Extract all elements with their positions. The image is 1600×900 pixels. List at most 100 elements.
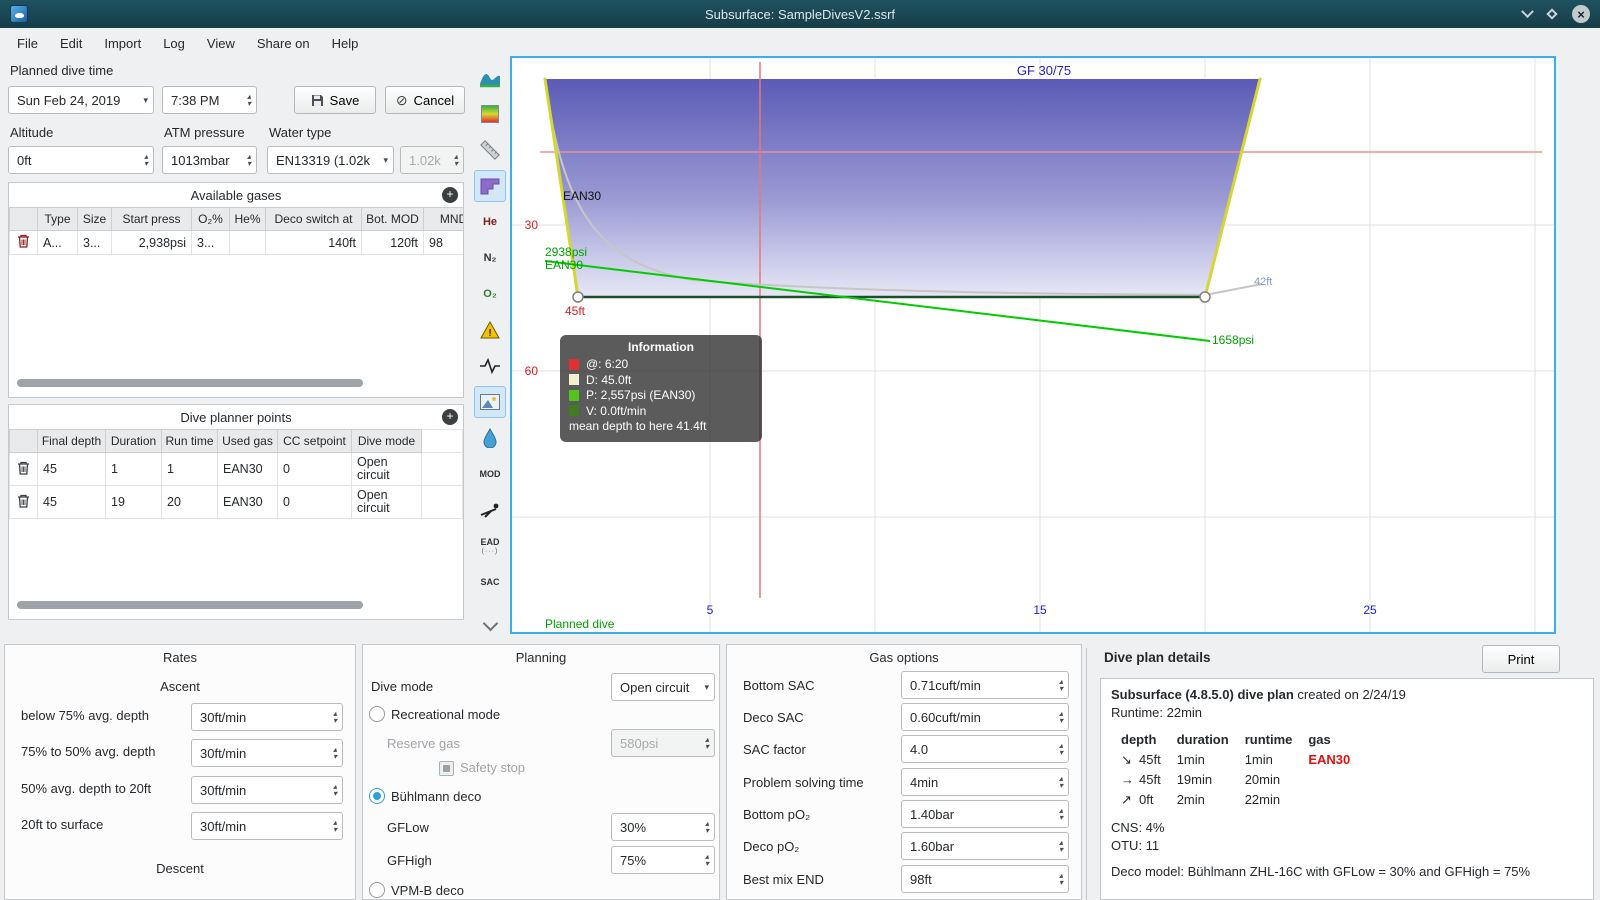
dive-plan-details-title: Dive plan details	[1104, 650, 1211, 665]
water-type-label: Water type	[269, 125, 332, 140]
col-mnd[interactable]: MND	[423, 207, 463, 231]
tissues-icon[interactable]	[474, 422, 506, 454]
recreational-mode-radio[interactable]	[369, 706, 385, 722]
photos-icon[interactable]	[474, 386, 506, 418]
col-final-depth[interactable]: Final depth	[37, 429, 106, 453]
col-start-press[interactable]: Start press	[111, 207, 192, 231]
pn2-icon[interactable]: N₂	[474, 242, 506, 274]
menu-view[interactable]: View	[196, 32, 246, 55]
delete-point-icon[interactable]	[17, 494, 30, 508]
ead-icon[interactable]: EAD (···)	[474, 530, 506, 562]
planner-point-row[interactable]: 45 1 1 EAN30 0 Open circuit	[9, 452, 463, 486]
warning-icon[interactable]: !	[474, 314, 506, 346]
plan-col-duration: duration	[1176, 732, 1229, 747]
menu-import[interactable]: Import	[93, 32, 152, 55]
gflow-spinner[interactable]: 30% ▴ ▾	[611, 813, 715, 841]
col-o2[interactable]: O₂%	[191, 207, 230, 231]
vpmb-deco-radio[interactable]	[369, 882, 385, 898]
col-size[interactable]: Size	[77, 207, 112, 231]
plan-segment-row: ↗ 0ft 2min 22min	[1121, 791, 1366, 811]
sac-factor-spinner[interactable]: 4.0 ▴ ▾	[901, 735, 1069, 763]
menu-share-on[interactable]: Share on	[246, 32, 321, 55]
menu-edit[interactable]: Edit	[49, 32, 93, 55]
mod-icon[interactable]: MOD	[474, 458, 506, 490]
water-type-combo[interactable]: EN13319 (1.02k ▾	[267, 146, 394, 174]
time-chip-icon	[569, 358, 579, 370]
col-he[interactable]: He%	[229, 207, 266, 231]
problem-time-spinner[interactable]: 4min ▴ ▾	[901, 768, 1069, 796]
delete-gas-icon[interactable]	[17, 234, 30, 248]
rate-below-75-spinner[interactable]: 30ft/min ▴ ▾	[191, 703, 343, 731]
app-icon	[10, 5, 28, 23]
end-pressure-label: 1658psi	[1212, 333, 1254, 347]
minimize-icon[interactable]	[1521, 4, 1534, 18]
add-gas-button[interactable]: +	[442, 187, 458, 203]
col-duration[interactable]: Duration	[105, 429, 162, 453]
info-mean-depth: mean depth to here 41.4ft	[569, 419, 707, 433]
points-horizontal-scrollbar[interactable]	[17, 601, 363, 609]
best-mix-end-spinner[interactable]: 98ft ▴ ▾	[901, 865, 1069, 893]
bottom-po2-spinner[interactable]: 1.40bar ▴ ▾	[901, 800, 1069, 828]
phe-icon[interactable]: He	[474, 206, 506, 238]
gfhigh-spinner[interactable]: 75% ▴ ▾	[611, 846, 715, 874]
spinner-arrows-icon[interactable]: ▴ ▾	[247, 153, 251, 168]
po2-icon[interactable]: O₂	[474, 278, 506, 310]
save-button[interactable]: Save	[294, 86, 376, 114]
col-used-gas[interactable]: Used gas	[217, 429, 278, 453]
col-type[interactable]: Type	[37, 207, 78, 231]
gas-row[interactable]: A... 3... 2,938psi 3... 140ft 120ft 98	[9, 230, 463, 255]
add-point-button[interactable]: +	[442, 409, 458, 425]
plan-segment-row: ↘ 45ft 1min 1min EAN30	[1121, 751, 1366, 771]
start-gas-label: EAN30	[545, 258, 583, 272]
col-bot-mod[interactable]: Bot. MOD	[361, 207, 424, 231]
rate-row-label: below 75% avg. depth	[21, 708, 149, 723]
spinner-arrows-icon[interactable]: ▴ ▾	[247, 93, 251, 108]
menu-help[interactable]: Help	[321, 32, 370, 55]
dive-profile-area	[545, 79, 1260, 297]
planner-handle[interactable]	[1199, 291, 1211, 303]
altitude-spinner[interactable]: 0ft ▴ ▾	[8, 146, 154, 174]
planner-point-row[interactable]: 45 19 20 EAN30 0 Open circuit	[9, 485, 463, 519]
scale-graph-icon[interactable]	[474, 62, 506, 94]
menu-log[interactable]: Log	[152, 32, 196, 55]
dive-profile-chart[interactable]: GF 30/75 EAN30 2938psi EAN30 45ft 1658ps…	[510, 56, 1556, 634]
diver-icon[interactable]	[474, 494, 506, 526]
close-icon[interactable]: ×	[1572, 5, 1590, 23]
dive-time-spinner[interactable]: 7:38 PM ▴ ▾	[162, 86, 257, 114]
dive-mode-combo[interactable]: Open circuit ▾	[611, 673, 715, 701]
points-header-row: Final depth Duration Run time Used gas C…	[9, 429, 463, 453]
cancel-button[interactable]: ⊘ Cancel	[385, 86, 465, 114]
altitude-label: Altitude	[10, 125, 54, 140]
dive-date-combo[interactable]: Sun Feb 24, 2019 ▾	[8, 86, 154, 114]
collapse-chevron-icon[interactable]	[474, 610, 506, 642]
menu-file[interactable]: File	[6, 32, 49, 55]
print-button[interactable]: Print	[1482, 645, 1560, 673]
spinner-arrows-icon[interactable]: ▴ ▾	[144, 153, 148, 168]
start-pressure-label: 2938psi	[545, 245, 587, 259]
atm-pressure-spinner[interactable]: 1013mbar ▴ ▾	[162, 146, 257, 174]
col-run-time[interactable]: Run time	[161, 429, 218, 453]
maximize-icon[interactable]	[1546, 8, 1558, 20]
bottom-sac-spinner[interactable]: 0.71cuft/min ▴ ▾	[901, 671, 1069, 699]
rate-20ft-surface-spinner[interactable]: 30ft/min ▴ ▾	[191, 812, 343, 840]
col-cc-setpoint[interactable]: CC setpoint	[277, 429, 352, 453]
safety-stop-checkbox[interactable]	[439, 761, 454, 776]
ruler-icon[interactable]	[474, 134, 506, 166]
col-dive-mode[interactable]: Dive mode	[351, 429, 422, 453]
descend-arrow-icon: ↘	[1121, 752, 1132, 767]
po2-graph-icon[interactable]	[474, 98, 506, 130]
col-deco-switch[interactable]: Deco switch at	[265, 207, 362, 231]
planner-handle[interactable]	[572, 291, 584, 303]
buhlmann-deco-radio[interactable]	[369, 788, 385, 804]
rate-50-20ft-spinner[interactable]: 30ft/min ▴ ▾	[191, 776, 343, 804]
delete-point-icon[interactable]	[17, 461, 30, 475]
deco-sac-spinner[interactable]: 0.60cuft/min ▴ ▾	[901, 703, 1069, 731]
rate-75-50-spinner[interactable]: 30ft/min ▴ ▾	[191, 739, 343, 767]
recreational-mode-label: Recreational mode	[391, 707, 501, 722]
deco-po2-spinner[interactable]: 1.60bar ▴ ▾	[901, 832, 1069, 860]
sac-icon[interactable]: SAC	[474, 566, 506, 598]
gases-horizontal-scrollbar[interactable]	[17, 379, 363, 387]
heart-rate-icon[interactable]	[474, 350, 506, 382]
available-gases-panel: Available gases + Type Size Start press …	[8, 182, 464, 398]
calculated-ceiling-icon[interactable]	[474, 170, 506, 202]
